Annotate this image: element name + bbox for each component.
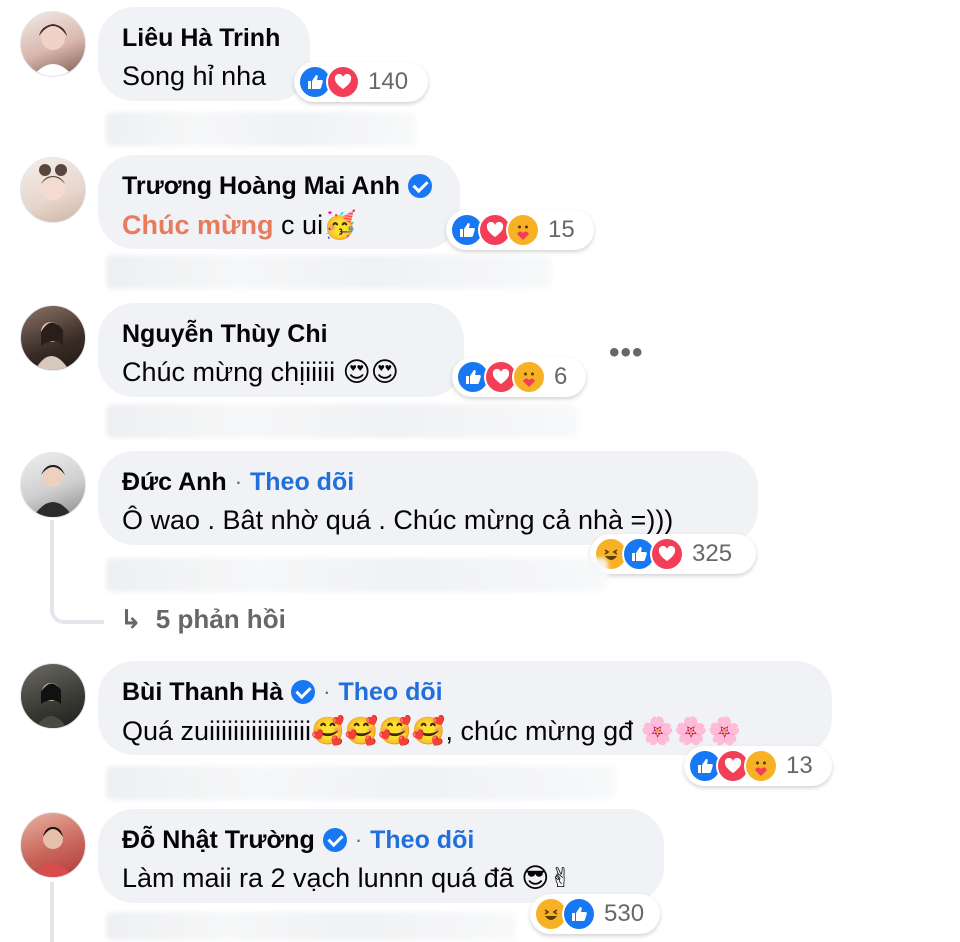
commenter-name[interactable]: Đỗ Nhật Trường bbox=[122, 826, 315, 855]
thread-line bbox=[50, 520, 104, 624]
reaction-summary[interactable]: 15 bbox=[446, 210, 594, 250]
reaction-summary[interactable]: 13 bbox=[684, 746, 832, 786]
commenter-name[interactable]: Trương Hoàng Mai Anh bbox=[122, 172, 400, 201]
like-icon bbox=[562, 897, 596, 931]
comment-text: Song hỉ nha bbox=[122, 61, 267, 91]
separator: · bbox=[234, 469, 243, 494]
blurred-actions bbox=[106, 404, 578, 438]
reaction-summary[interactable]: 140 bbox=[294, 62, 428, 102]
blurred-actions bbox=[106, 912, 516, 940]
blurred-actions bbox=[106, 255, 552, 289]
commenter-name[interactable]: Liêu Hà Trinh bbox=[122, 24, 280, 53]
follow-button[interactable]: Theo dõi bbox=[338, 678, 442, 707]
comment-text-rest: c ui🥳 bbox=[273, 210, 357, 240]
comment-bubble: Đỗ Nhật Trường · Theo dõi Làm maii ra 2 … bbox=[98, 809, 664, 903]
reply-arrow-icon: ↳ bbox=[120, 604, 142, 634]
reaction-summary[interactable]: 6 bbox=[452, 357, 586, 397]
commenter-name[interactable]: Đức Anh bbox=[122, 468, 227, 497]
comment-bubble: Trương Hoàng Mai Anh Chúc mừng c ui🥳 bbox=[98, 155, 460, 249]
thread-line bbox=[50, 882, 54, 942]
avatar[interactable] bbox=[20, 305, 86, 371]
verified-icon bbox=[408, 174, 432, 198]
reaction-count: 325 bbox=[692, 540, 733, 567]
care-icon bbox=[744, 749, 778, 783]
separator: · bbox=[354, 827, 363, 852]
avatar[interactable] bbox=[20, 452, 86, 518]
comment-text: Ô wao . Bât nhờ quá . Chúc mừng cả nhà =… bbox=[122, 505, 674, 535]
commenter-name[interactable]: Bùi Thanh Hà bbox=[122, 678, 283, 707]
reaction-summary[interactable]: 530 bbox=[530, 894, 660, 934]
reaction-count: 15 bbox=[548, 216, 575, 243]
replies-count: 5 phản hồi bbox=[155, 604, 286, 634]
care-icon bbox=[506, 213, 540, 247]
comment-text: Quá zuiiiiiiiiiiiiiiiii🥰🥰🥰🥰, chúc mừng g… bbox=[122, 716, 742, 746]
reaction-count: 140 bbox=[368, 68, 409, 95]
comment-bubble: Đức Anh · Theo dõi Ô wao . Bât nhờ quá .… bbox=[98, 451, 758, 545]
view-replies-link[interactable]: ↳ 5 phản hồi bbox=[120, 604, 286, 635]
blurred-actions bbox=[106, 112, 416, 146]
care-icon bbox=[512, 360, 546, 394]
verified-icon bbox=[322, 828, 347, 852]
commenter-name[interactable]: Nguyễn Thùy Chi bbox=[122, 320, 328, 349]
reaction-summary[interactable]: 325 bbox=[590, 534, 756, 574]
comment-text: Làm maii ra 2 vạch lunnn quá đã 😎✌ bbox=[122, 863, 573, 893]
avatar[interactable] bbox=[20, 11, 86, 77]
comment-bubble: Bùi Thanh Hà · Theo dõi Quá zuiiiiiiiiii… bbox=[98, 661, 832, 755]
love-icon bbox=[650, 537, 684, 571]
comment-text: Chúc mừng chịiiiii 😍😍 bbox=[122, 357, 399, 387]
separator: · bbox=[323, 679, 331, 704]
love-icon bbox=[326, 65, 360, 99]
more-options-icon[interactable]: ••• bbox=[609, 336, 644, 370]
comment-text: Chúc mừng c ui🥳 bbox=[122, 209, 436, 241]
blurred-actions bbox=[106, 766, 616, 800]
comment-text-highlight: Chúc mừng bbox=[122, 210, 274, 240]
verified-icon bbox=[291, 680, 316, 704]
blurred-actions bbox=[106, 558, 608, 592]
avatar[interactable] bbox=[20, 157, 86, 223]
avatar[interactable] bbox=[20, 663, 86, 729]
comment-bubble: Liêu Hà Trinh Song hỉ nha bbox=[98, 7, 310, 101]
follow-button[interactable]: Theo dõi bbox=[250, 468, 354, 497]
comment-bubble: Nguyễn Thùy Chi Chúc mừng chịiiiii 😍😍 bbox=[98, 303, 464, 397]
follow-button[interactable]: Theo dõi bbox=[370, 826, 474, 855]
avatar[interactable] bbox=[20, 812, 86, 878]
reaction-count: 13 bbox=[786, 752, 813, 779]
reaction-count: 530 bbox=[604, 900, 645, 927]
reaction-count: 6 bbox=[554, 363, 568, 390]
